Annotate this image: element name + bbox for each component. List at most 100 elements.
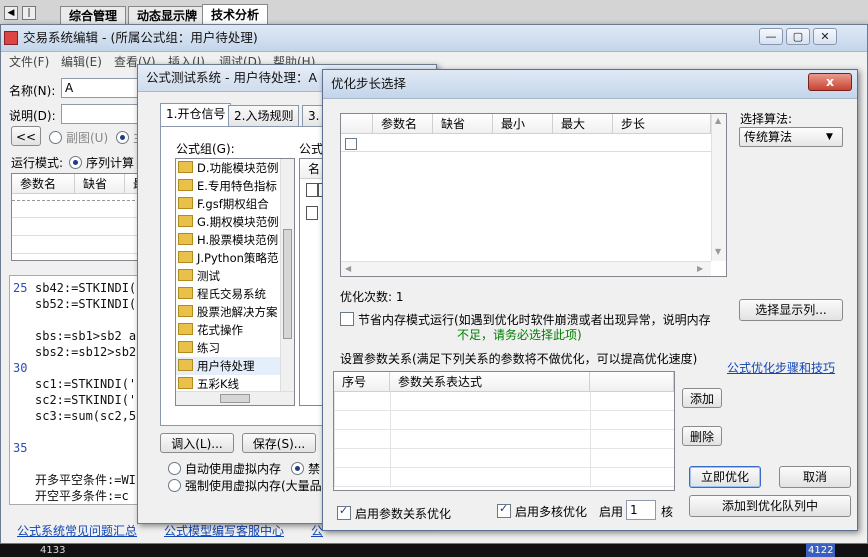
add-relation-button[interactable]: 添加	[682, 388, 722, 408]
relation-cell	[334, 411, 335, 429]
group-tree[interactable]: D.功能模块范例 E.专用特色指标 F.gsf期权组合 G.期权模块范例 H.股票模块范…	[175, 158, 295, 406]
relation-col-extra	[590, 372, 674, 392]
vm-force-radio[interactable]: 强制使用虚拟内存(大量品	[168, 477, 322, 494]
algorithm-select[interactable]: 传统算法 ▼	[739, 127, 843, 147]
scroll-down-icon[interactable]: ▼	[715, 247, 721, 256]
group-tree-item[interactable]: E.专用特色指标	[176, 177, 280, 195]
relation-cell	[590, 392, 591, 410]
opt-count-text: 优化次数:	[340, 290, 393, 304]
folder-icon	[178, 269, 193, 281]
group-tree-item[interactable]: H.股票模块范例	[176, 231, 280, 249]
code-text: sbs2:=sb12>sb22	[35, 345, 144, 359]
minimize-button[interactable]: —	[759, 28, 783, 45]
tree-scrollbar[interactable]	[280, 159, 294, 391]
vm-auto-label: 自动使用虚拟内存	[185, 462, 282, 476]
scroll-up-icon[interactable]: ▲	[715, 116, 721, 125]
tab-nav-left-icon[interactable]: ◀	[4, 6, 18, 20]
menu-edit[interactable]: 编辑(E)	[61, 52, 102, 72]
param-row[interactable]	[12, 218, 148, 236]
top-tab-dynamic[interactable]: 动态显示牌	[128, 6, 207, 26]
group-tree-item[interactable]: 测试	[176, 267, 280, 285]
enable-multicore-checkbox[interactable]: 启用多核优化	[497, 502, 587, 520]
formula-file-icon[interactable]	[306, 206, 318, 220]
optimization-step-dialog: 优化步长选择 x 参数名 缺省 最小 最大 步长 ▲ ▼ ◀ ▶ 选择算法: 传…	[322, 69, 858, 531]
relation-row[interactable]	[334, 430, 674, 449]
group-tree-item[interactable]: J.Python策略范	[176, 249, 280, 267]
param-row[interactable]	[12, 200, 148, 218]
group-tree-item[interactable]: 程氏交易系统	[176, 285, 280, 303]
name-label: 名称(N):	[9, 84, 56, 98]
tab-entry-rule[interactable]: 2.入场规则	[228, 105, 300, 126]
vm-auto-radio[interactable]: 自动使用虚拟内存	[168, 460, 281, 477]
group-tree-item[interactable]: 用户待处理	[176, 357, 280, 375]
param-row[interactable]	[12, 236, 148, 254]
import-button[interactable]: 调入(L)...	[160, 433, 234, 453]
param-hscrollbar[interactable]: ◀ ▶	[341, 261, 711, 276]
cancel-button[interactable]: 取消	[779, 466, 851, 488]
formula-file-icon[interactable]	[306, 183, 318, 197]
radio-icon	[168, 462, 181, 475]
tab-nav-right-icon[interactable]: |	[22, 6, 36, 20]
code-lines: 25 sb42:=STKINDI('' sb52:=STKINDI('' sbs:=s…	[10, 276, 158, 505]
optimize-now-button[interactable]: 立即优化	[689, 466, 761, 488]
description-field[interactable]	[61, 104, 145, 124]
relation-description: 设置参数关系(满足下列关系的参数将不做优化，可以提高优化速度)	[340, 352, 698, 366]
top-tab-technical[interactable]: 技术分析	[202, 4, 269, 26]
optimization-tips-link[interactable]: 公式优化步骤和技巧	[727, 359, 835, 376]
relation-cell	[590, 411, 591, 429]
param-select-all-row[interactable]	[341, 134, 711, 152]
scroll-right-icon[interactable]: ▶	[697, 264, 703, 273]
folder-icon	[178, 287, 193, 299]
select-display-columns-button[interactable]: 选择显示列...	[739, 299, 843, 321]
param-col-name: 参数名	[12, 174, 75, 194]
tab-open-signal[interactable]: 1.开仓信号	[160, 103, 232, 126]
relation-row[interactable]	[334, 468, 674, 487]
name-field[interactable]: A	[61, 78, 145, 98]
group-tree-item[interactable]: G.期权模块范例	[176, 213, 280, 231]
delete-relation-button[interactable]: 删除	[682, 426, 722, 446]
relation-row[interactable]	[334, 411, 674, 430]
top-tab-general[interactable]: 综合管理	[60, 6, 127, 26]
menu-file[interactable]: 文件(F)	[9, 52, 49, 72]
run-mode-radio[interactable]: 序列计算	[69, 154, 134, 171]
relation-cell	[590, 430, 591, 448]
chart-type-sub-radio[interactable]: 副图(U)	[49, 129, 108, 146]
opt-col-max: 最大	[553, 114, 613, 134]
relation-table: 序号 参数关系表达式	[333, 371, 675, 491]
core-count-input[interactable]: 1	[626, 500, 656, 520]
collapse-button[interactable]: <<	[11, 126, 41, 146]
select-all-checkbox[interactable]	[345, 138, 357, 150]
group-tree-label: 花式操作	[197, 323, 243, 337]
optimizer-close-button[interactable]: x	[808, 73, 852, 91]
top-tab-strip: ◀ | 综合管理 动态显示牌 技术分析	[0, 0, 868, 26]
link-service[interactable]: 公式模型编写客服中心	[164, 522, 284, 539]
editor-title: 交易系统编辑 - (所属公式组：用户待处理)	[23, 30, 258, 45]
folder-icon	[178, 197, 193, 209]
group-tree-item[interactable]: 花式操作	[176, 321, 280, 339]
tree-hscroll-thumb[interactable]	[220, 394, 250, 403]
tree-scroll-thumb[interactable]	[283, 229, 292, 339]
vm-disable-radio[interactable]: 禁	[291, 460, 320, 477]
status-left-value: 4133	[40, 545, 66, 556]
add-to-queue-button[interactable]: 添加到优化队列中	[689, 495, 851, 517]
enable-relation-checkbox[interactable]: 启用参数关系优化	[337, 504, 451, 522]
scroll-left-icon[interactable]: ◀	[345, 264, 351, 273]
close-button[interactable]: ✕	[813, 28, 837, 45]
group-tree-item[interactable]: 练习	[176, 339, 280, 357]
save-button[interactable]: 保存(S)...	[242, 433, 316, 453]
relation-cell	[590, 468, 591, 486]
group-tree-item[interactable]: 股票池解决方案	[176, 303, 280, 321]
relation-row[interactable]	[334, 392, 674, 411]
group-label: 公式组(G):	[176, 142, 235, 156]
tree-hscrollbar[interactable]	[176, 391, 294, 405]
folder-icon	[178, 215, 193, 227]
group-tree-item[interactable]: F.gsf期权组合	[176, 195, 280, 213]
code-line: SELL(开空平多条	[10, 504, 158, 505]
param-vscrollbar[interactable]: ▲ ▼	[711, 114, 726, 261]
link-faq[interactable]: 公式系统常见问题汇总	[17, 522, 137, 539]
group-tree-item[interactable]: D.功能模块范例	[176, 159, 280, 177]
opt-col-min: 最小	[493, 114, 553, 134]
relation-row[interactable]	[334, 449, 674, 468]
maximize-button[interactable]: ▢	[786, 28, 810, 45]
